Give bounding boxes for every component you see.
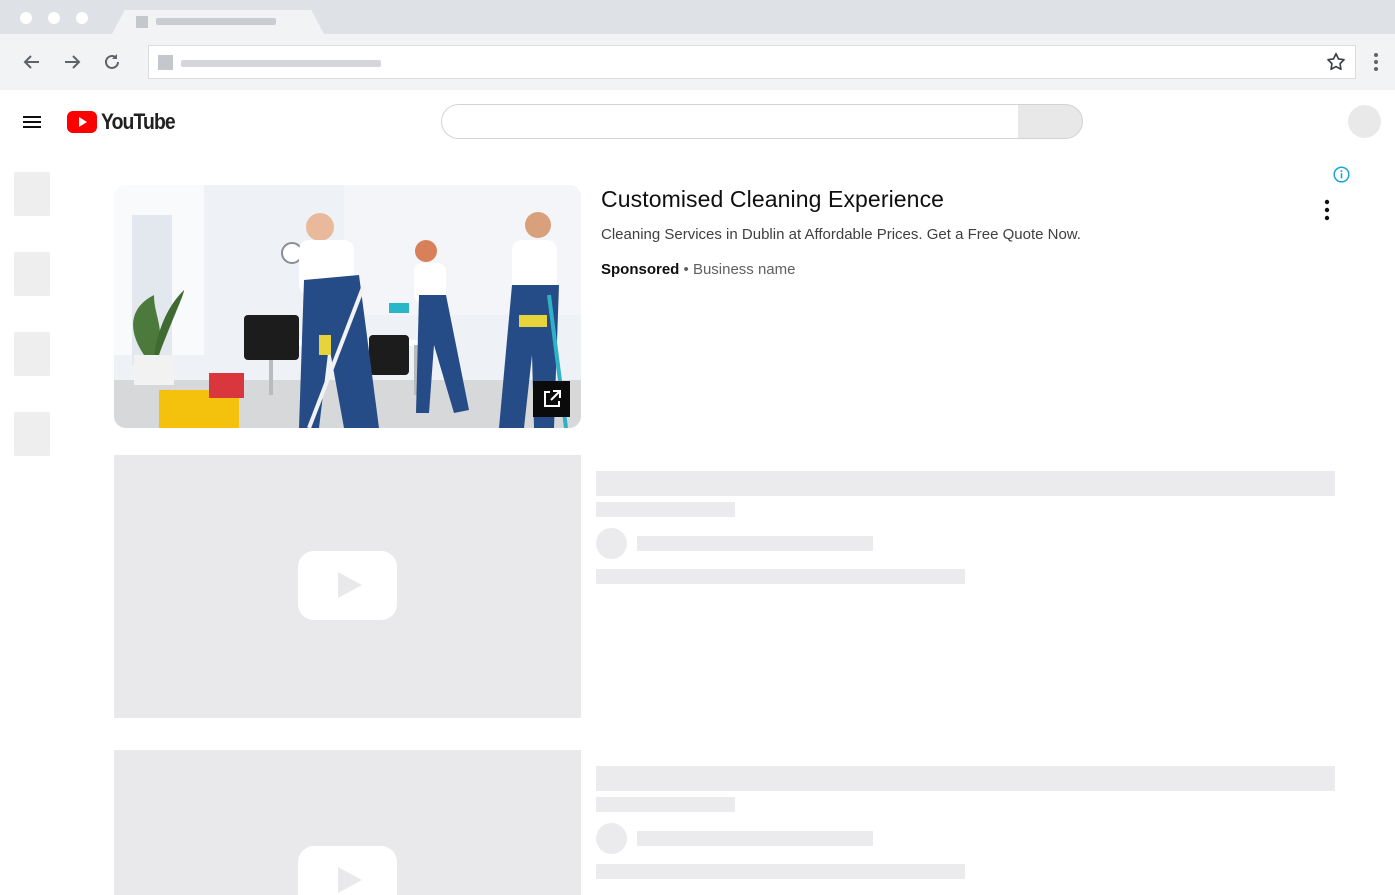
advertiser-name[interactable]: Business name — [693, 261, 796, 278]
video-thumbnail-placeholder[interactable] — [114, 750, 581, 895]
avatar[interactable] — [1348, 105, 1381, 138]
play-icon — [298, 846, 397, 895]
tab-title-placeholder — [156, 18, 276, 25]
channel-name-placeholder — [637, 536, 873, 551]
address-bar[interactable] — [148, 45, 1356, 79]
sidebar-item-placeholder[interactable] — [14, 332, 50, 376]
video-title-placeholder — [596, 766, 1335, 791]
video-title-placeholder — [596, 471, 1335, 496]
youtube-logo[interactable]: YouTube — [67, 109, 185, 135]
video-subtitle-placeholder — [596, 797, 735, 812]
sidebar-item-placeholder[interactable] — [14, 252, 50, 296]
window-close-dot[interactable] — [20, 12, 32, 24]
tab-favicon-icon — [136, 16, 148, 28]
url-placeholder — [181, 60, 381, 67]
video-description-placeholder — [596, 864, 965, 879]
chrome-menu-icon[interactable] — [1368, 50, 1384, 74]
ad-info-icon[interactable] — [1333, 166, 1350, 183]
channel-avatar-placeholder — [596, 528, 627, 559]
site-info-icon — [158, 55, 173, 70]
sidebar-item-placeholder[interactable] — [14, 172, 50, 216]
video-subtitle-placeholder — [596, 502, 735, 517]
window-maximize-dot[interactable] — [76, 12, 88, 24]
search-button[interactable] — [1018, 104, 1083, 139]
search-input[interactable] — [441, 104, 1019, 139]
browser-tab-strip — [0, 0, 1395, 34]
ad-meta: Sponsored • Business name — [601, 261, 796, 278]
youtube-header: YouTube — [0, 90, 1395, 154]
more-options-icon[interactable] — [1319, 198, 1335, 224]
channel-name-placeholder — [637, 831, 873, 846]
menu-icon[interactable] — [20, 110, 44, 134]
browser-toolbar — [0, 34, 1395, 90]
youtube-play-logo-icon — [67, 111, 97, 133]
back-arrow-icon[interactable] — [20, 50, 44, 74]
bookmark-star-icon[interactable] — [1325, 51, 1347, 73]
channel-avatar-placeholder — [596, 823, 627, 854]
forward-arrow-icon[interactable] — [60, 50, 84, 74]
logo-text: YouTube — [101, 109, 176, 134]
sponsored-label: Sponsored — [601, 261, 680, 278]
meta-separator: • — [679, 261, 693, 278]
reload-icon[interactable] — [100, 50, 124, 74]
ad-description: Cleaning Services in Dublin at Affordabl… — [601, 226, 1081, 243]
ad-title[interactable]: Customised Cleaning Experience — [601, 186, 944, 213]
window-minimize-dot[interactable] — [48, 12, 60, 24]
video-description-placeholder — [596, 569, 965, 584]
open-external-icon[interactable] — [533, 381, 570, 417]
play-icon — [298, 551, 397, 620]
ad-thumbnail-image[interactable] — [114, 185, 581, 428]
sidebar-item-placeholder[interactable] — [14, 412, 50, 456]
video-thumbnail-placeholder[interactable] — [114, 455, 581, 718]
